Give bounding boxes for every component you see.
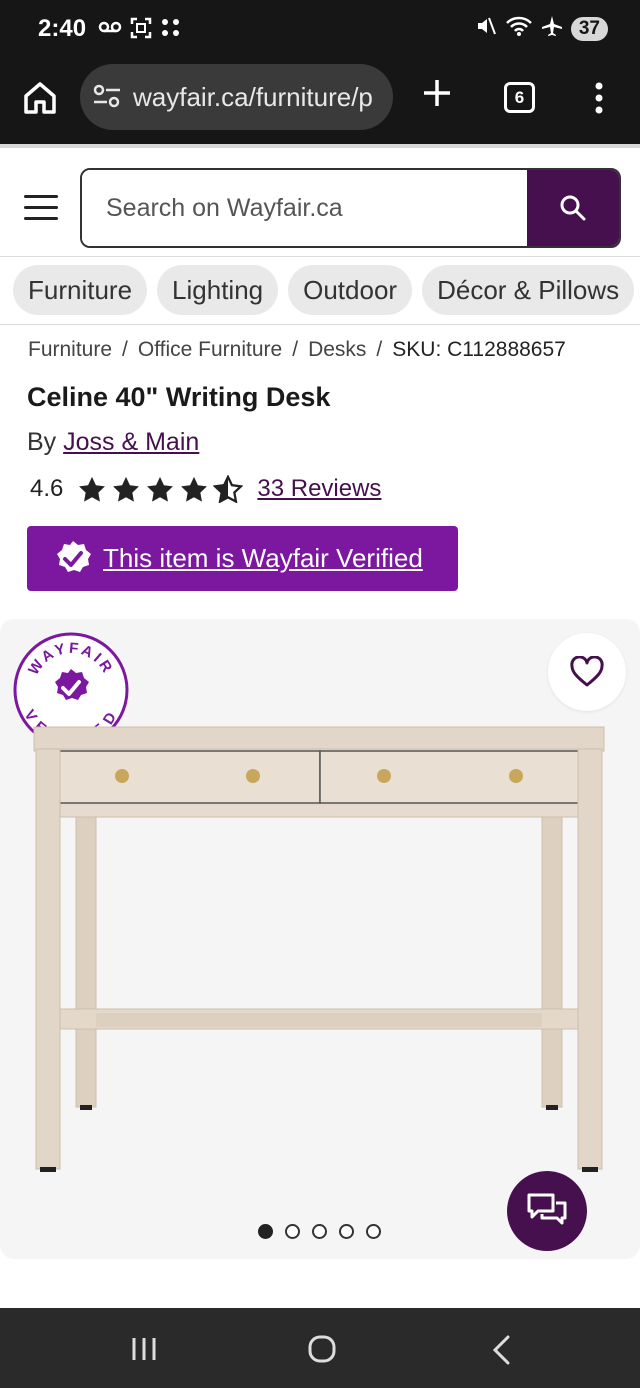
reviews-link[interactable]: 33 Reviews	[257, 475, 381, 503]
tab-count: 6	[514, 88, 525, 107]
hamburger-line	[24, 195, 58, 198]
home-button[interactable]	[20, 78, 60, 118]
browser-toolbar: wayfair.ca/furniture/p 6	[0, 62, 640, 144]
product-image-desk	[33, 726, 605, 1172]
breadcrumb-separator: /	[376, 338, 383, 361]
category-chip-decor-pillows[interactable]: Décor & Pillows	[422, 265, 635, 315]
carousel-dot[interactable]	[285, 1224, 300, 1239]
sku-label: SKU: C112888657	[392, 338, 566, 361]
hamburger-menu-button[interactable]	[24, 195, 58, 221]
verified-text: This item is Wayfair Verified	[103, 543, 423, 573]
recents-icon	[132, 1338, 156, 1360]
home-nav-button[interactable]	[308, 1335, 336, 1368]
brand-link[interactable]: Joss & Main	[63, 428, 199, 456]
breadcrumb: Furniture / Office Furniture / Desks / SKU: C1…	[28, 338, 566, 362]
home-circle-icon	[308, 1335, 336, 1363]
favorite-button[interactable]	[548, 633, 626, 711]
chat-button[interactable]	[507, 1171, 587, 1251]
carousel-dot[interactable]	[258, 1224, 273, 1239]
breadcrumb-separator: /	[122, 338, 128, 361]
category-divider	[0, 324, 640, 325]
star-full-icon	[181, 476, 208, 502]
tab-switcher-button[interactable]: 6	[504, 82, 535, 113]
carousel-dot[interactable]	[339, 1224, 354, 1239]
rating-value: 4.6	[30, 475, 64, 502]
verified-check-icon	[53, 539, 93, 579]
voicemail-icon	[98, 17, 122, 45]
category-chip-outdoor[interactable]: Outdoor	[288, 265, 413, 315]
product-rating: 4.6 33 Reviews	[30, 475, 381, 503]
product-title: Celine 40" Writing Desk	[27, 382, 331, 412]
star-full-icon	[147, 476, 174, 502]
status-right-icons: 37	[475, 15, 608, 43]
hamburger-line	[24, 206, 58, 209]
category-nav: Furniture Lighting Outdoor Décor & Pillows	[13, 265, 640, 317]
star-full-icon	[113, 476, 140, 502]
star-half-icon	[213, 475, 244, 503]
wifi-icon	[505, 15, 533, 43]
back-button[interactable]	[490, 1335, 514, 1370]
heart-icon	[570, 656, 604, 687]
breadcrumb-separator: /	[292, 338, 299, 361]
status-bar: 2:40 37	[0, 0, 640, 62]
battery-level: 37	[578, 18, 600, 39]
android-nav-bar	[0, 1308, 640, 1388]
carousel-pagination	[258, 1224, 381, 1239]
home-icon	[24, 82, 56, 114]
chat-icon	[527, 1193, 567, 1225]
new-tab-button[interactable]	[420, 76, 454, 110]
url-bar[interactable]: wayfair.ca/furniture/p	[80, 64, 393, 130]
star-rating	[77, 475, 244, 503]
category-chip-furniture[interactable]: Furniture	[13, 265, 148, 315]
site-settings-icon[interactable]	[92, 84, 122, 115]
search-box	[80, 168, 621, 248]
header-divider	[0, 256, 640, 257]
breadcrumb-item[interactable]: Office Furniture	[138, 338, 282, 361]
url-text: wayfair.ca/furniture/p	[133, 82, 373, 112]
product-byline: By Joss & Main	[27, 428, 199, 457]
browser-divider	[0, 144, 640, 148]
battery-icon: 37	[570, 17, 608, 41]
hamburger-line	[24, 217, 58, 220]
carousel-dot[interactable]	[312, 1224, 327, 1239]
status-time: 2:40	[38, 15, 87, 42]
search-button[interactable]	[527, 170, 619, 246]
airplane-icon	[541, 15, 563, 43]
breadcrumb-item[interactable]: Desks	[308, 338, 366, 361]
recent-apps-button[interactable]	[130, 1336, 158, 1367]
plus-icon	[424, 80, 450, 106]
breadcrumb-item[interactable]: Furniture	[28, 338, 112, 361]
star-full-icon	[79, 476, 106, 502]
status-left-icons	[98, 17, 182, 45]
mute-icon	[475, 15, 497, 43]
wayfair-verified-banner[interactable]: This item is Wayfair Verified	[27, 526, 458, 591]
search-input[interactable]	[82, 170, 530, 246]
back-chevron-icon	[492, 1335, 510, 1365]
category-chip-lighting[interactable]: Lighting	[157, 265, 279, 315]
product-image-carousel[interactable]: WAYFAIR VERIFIED	[0, 619, 640, 1259]
more-vertical-icon	[595, 82, 603, 114]
browser-menu-button[interactable]	[588, 78, 610, 118]
carousel-dot[interactable]	[366, 1224, 381, 1239]
search-icon	[560, 195, 586, 221]
screenshot-icon	[130, 17, 152, 45]
dots-grid-icon	[160, 17, 182, 45]
by-prefix: By	[27, 428, 57, 456]
